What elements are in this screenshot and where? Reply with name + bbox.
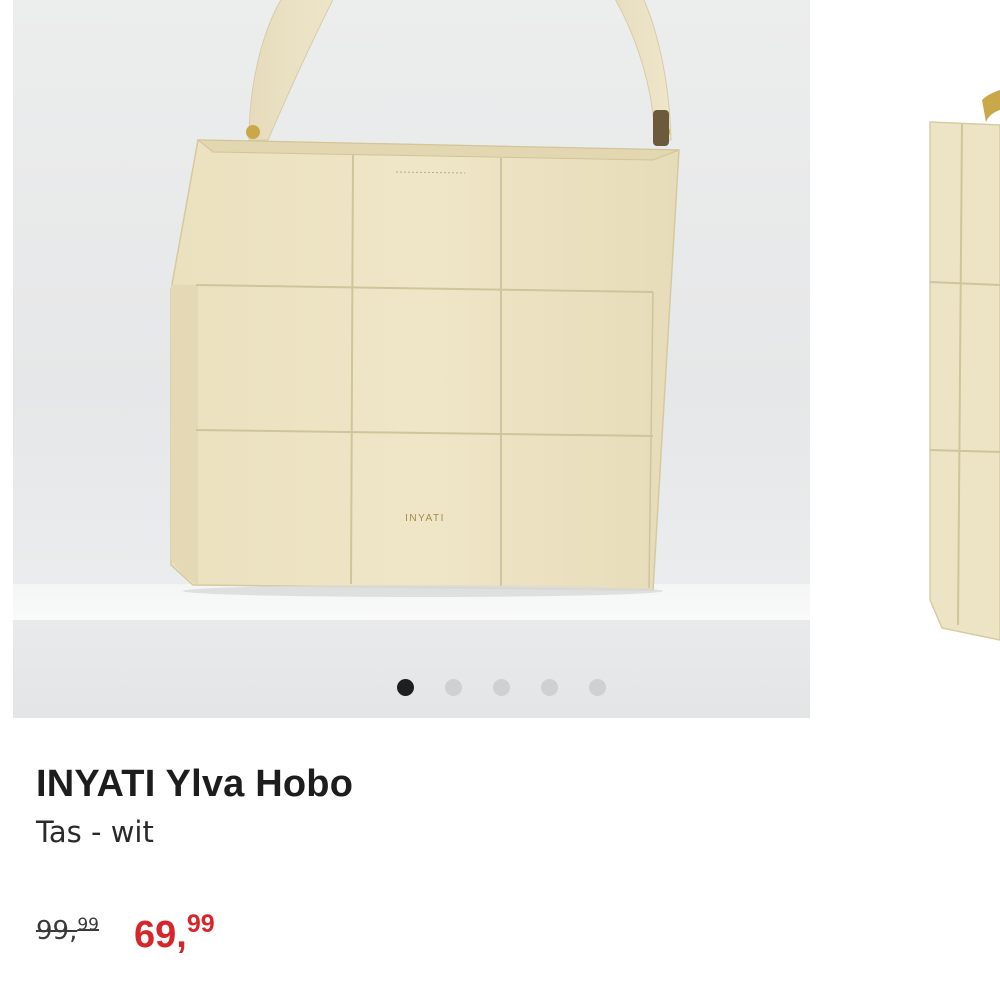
bag-logo: INYATI: [405, 513, 445, 524]
carousel-dot-1[interactable]: [397, 679, 414, 696]
bag-partial-illustration: [929, 90, 1000, 641]
original-price: 99,99: [36, 915, 99, 946]
carousel-dot-3[interactable]: [493, 679, 510, 696]
bag-illustration: INYATI: [170, 0, 680, 597]
sale-price-cents: 99: [186, 910, 215, 938]
sale-price-main: 69,: [134, 914, 187, 956]
original-price-cents: 99: [77, 915, 99, 935]
product-image-main[interactable]: INYATI: [13, 0, 810, 718]
product-image-next[interactable]: [822, 0, 1000, 718]
carousel-dot-4[interactable]: [541, 679, 558, 696]
product-subtitle: Tas - wit: [36, 815, 154, 849]
product-title: INYATI Ylva Hobo: [36, 763, 354, 805]
carousel-dot-2[interactable]: [445, 679, 462, 696]
original-price-main: 99,: [36, 916, 78, 946]
sale-price: 69,99: [134, 910, 215, 957]
carousel-pagination: [397, 679, 606, 696]
product-image-carousel[interactable]: INYATI: [0, 0, 1000, 718]
carousel-dot-5[interactable]: [589, 679, 606, 696]
